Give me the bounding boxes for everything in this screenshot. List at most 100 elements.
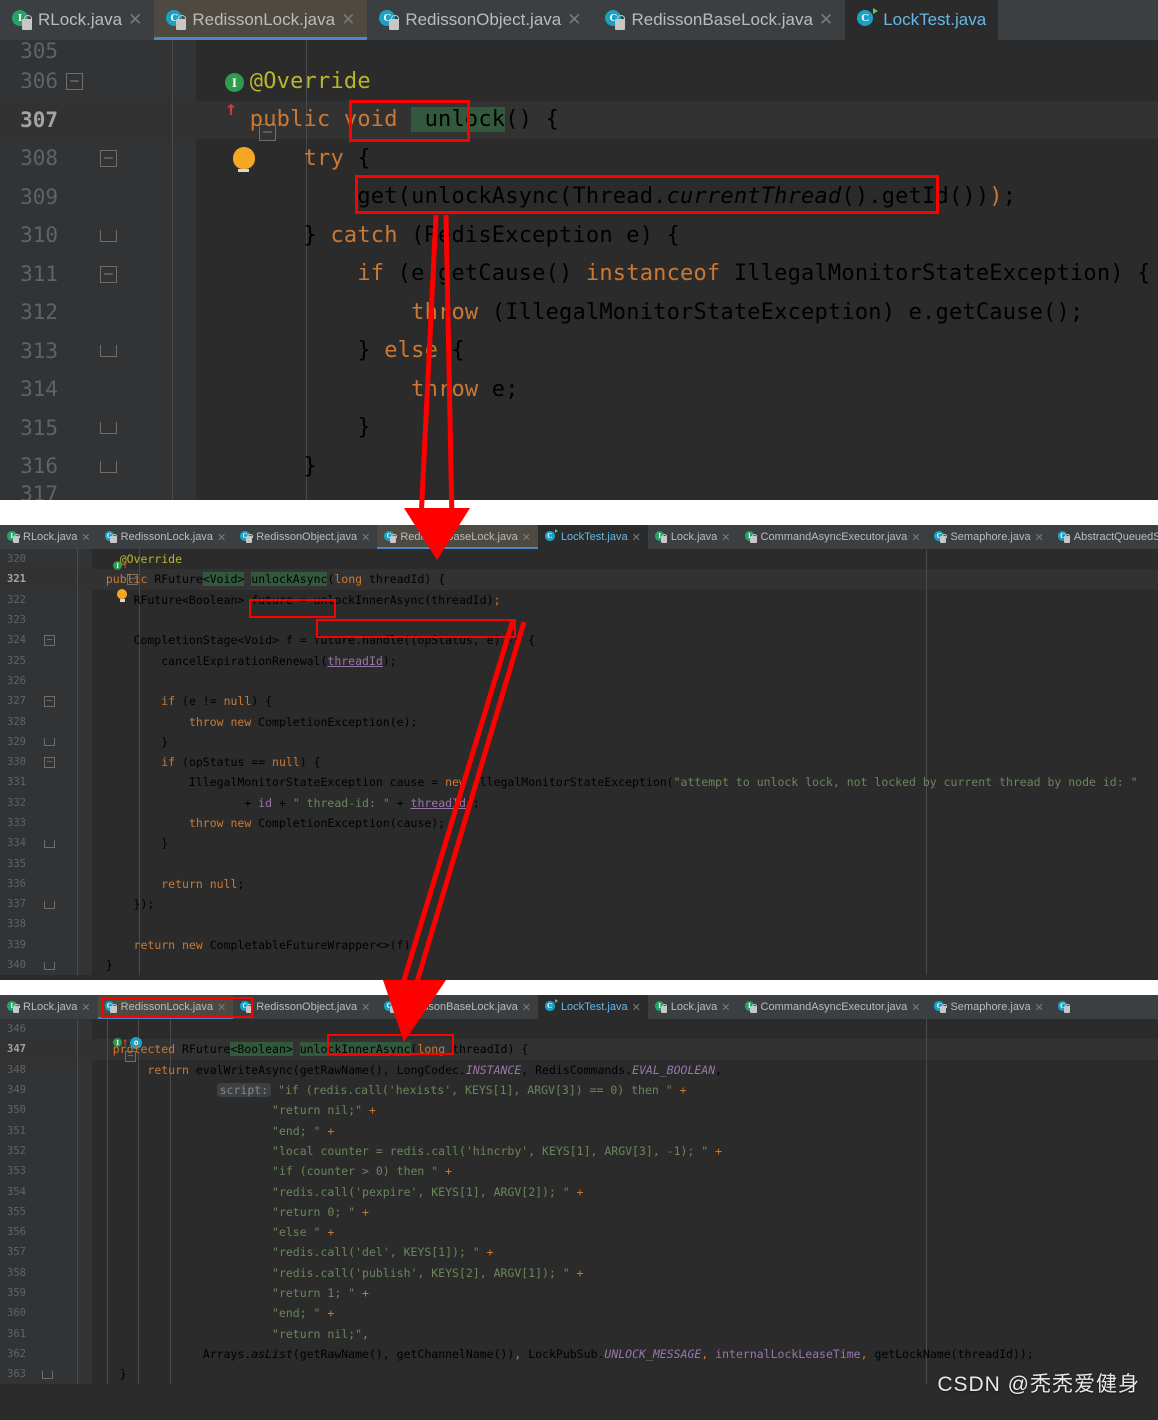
code-line[interactable]: 327 – if (e != null) { — [0, 691, 1158, 711]
tab-redissonlock-java[interactable]: C RedissonLock.java ✕ — [97, 995, 234, 1019]
gutter-marks[interactable]: – — [30, 694, 92, 708]
code-lines-top[interactable]: 305 306 – @Override 307 I ↑ – public voi… — [0, 39, 1158, 501]
tab-abstractqueued-java[interactable]: C — [1050, 995, 1077, 1019]
fold-end-icon[interactable] — [44, 900, 55, 909]
code-line[interactable]: 324 – CompletionStage<Void> f = future.h… — [0, 630, 1158, 650]
close-icon[interactable]: ✕ — [1035, 1001, 1044, 1014]
code-lines-bottom[interactable]: 346 347 I ↑ o – protected RFuture<Boolean>… — [0, 1019, 1158, 1384]
code-line[interactable]: 331 IllegalMonitorStateException cause =… — [0, 772, 1158, 792]
code-line[interactable]: 340 } — [0, 955, 1158, 975]
code-line[interactable]: 314 throw e; — [0, 370, 1158, 409]
fold-end-icon[interactable] — [44, 839, 55, 848]
code-lines-middle[interactable]: 320 @Override 321 I ↑ – public RFuture<Vo… — [0, 549, 1158, 975]
gutter-marks[interactable]: – — [66, 146, 196, 171]
code-line[interactable]: 362 Arrays.asList(getRawName(), getChann… — [0, 1344, 1158, 1364]
fold-icon[interactable]: – — [100, 265, 117, 283]
editor-tab-bar-middle[interactable]: I RLock.java ✕ C RedissonLock.java ✕ C R… — [0, 525, 1158, 549]
code-line[interactable]: 329 } — [0, 732, 1158, 752]
tab-redissonlock-java[interactable]: C RedissonLock.java ✕ — [97, 525, 234, 549]
code-line[interactable]: 356 "else " + — [0, 1222, 1158, 1242]
close-icon[interactable]: ✕ — [911, 531, 920, 544]
tab-lock-java[interactable]: I Lock.java ✕ — [647, 995, 738, 1019]
tab-commandasyncexecutor-java[interactable]: I CommandAsyncExecutor.java ✕ — [737, 995, 928, 1019]
code-line[interactable]: 361 "return nil;", — [0, 1323, 1158, 1343]
close-icon[interactable]: ✕ — [819, 10, 833, 30]
close-icon[interactable]: ✕ — [81, 531, 90, 544]
tab-rlock-java[interactable]: I RLock.java ✕ — [0, 995, 98, 1019]
code-editor-bottom[interactable]: 346 347 I ↑ o – protected RFuture<Boolean>… — [0, 1019, 1158, 1385]
gutter-marks[interactable]: – — [30, 633, 92, 647]
tab-redissonlock-java[interactable]: C RedissonLock.java ✕ — [154, 0, 368, 40]
code-line[interactable]: 352 "local counter = redis.call('hincrby… — [0, 1141, 1158, 1161]
code-line[interactable]: 310 } catch (RedisException e) { — [0, 216, 1158, 255]
gutter-marks[interactable] — [66, 338, 196, 363]
code-line[interactable]: 330 – if (opStatus == null) { — [0, 752, 1158, 772]
gutter-marks[interactable]: – — [66, 261, 196, 286]
code-line[interactable]: 339 return new CompletableFutureWrapper<… — [0, 935, 1158, 955]
close-icon[interactable]: ✕ — [217, 531, 226, 544]
gutter-marks[interactable] — [30, 897, 92, 911]
fold-icon[interactable]: – — [44, 757, 55, 769]
code-line[interactable]: 337 }); — [0, 894, 1158, 914]
tab-locktest-java[interactable]: C LockTest.java — [845, 0, 999, 40]
code-line[interactable]: 332 + id + " thread-id: " + threadId); — [0, 793, 1158, 813]
code-line[interactable]: 320 @Override — [0, 549, 1158, 569]
tab-abstractqueuedsynchronizer-java[interactable]: C AbstractQueuedSynchro — [1050, 525, 1158, 549]
code-line[interactable]: 358 "redis.call('publish', KEYS[2], ARGV… — [0, 1263, 1158, 1283]
code-line-current[interactable]: 321 I ↑ – public RFuture<Void> unlockAsyn… — [0, 560, 1158, 602]
code-line[interactable]: 317 — [0, 482, 1158, 501]
gutter-marks[interactable] — [66, 454, 196, 479]
code-line[interactable]: 346 — [0, 1019, 1158, 1039]
editor-tab-bar-bottom[interactable]: I RLock.java ✕ C RedissonLock.java ✕ C R… — [0, 995, 1158, 1019]
tab-redissonbaselock-java[interactable]: C RedissonBaseLock.java ✕ — [377, 525, 538, 549]
code-editor-middle[interactable]: 320 @Override 321 I ↑ – public RFuture<Vo… — [0, 549, 1158, 976]
tab-rlock-java[interactable]: I RLock.java ✕ — [0, 0, 155, 40]
code-line[interactable]: 348 return evalWriteAsync(getRawName(), … — [0, 1060, 1158, 1080]
tab-locktest-java[interactable]: C LockTest.java ✕ — [537, 995, 648, 1019]
code-line[interactable]: 328 throw new CompletionException(e); — [0, 711, 1158, 731]
editor-tab-bar-top[interactable]: I RLock.java ✕ C RedissonLock.java ✕ C R… — [0, 0, 1158, 40]
close-icon[interactable]: ✕ — [911, 1001, 920, 1014]
code-line[interactable]: 326 — [0, 671, 1158, 691]
close-icon[interactable]: ✕ — [217, 1001, 226, 1014]
fold-end-icon[interactable] — [100, 345, 117, 358]
close-icon[interactable]: ✕ — [522, 1001, 531, 1014]
gutter-marks[interactable] — [30, 958, 92, 972]
code-line[interactable]: 351 "end; " + — [0, 1120, 1158, 1140]
code-line[interactable]: 357 "redis.call('del', KEYS[1]); " + — [0, 1242, 1158, 1262]
code-line[interactable]: 360 "end; " + — [0, 1303, 1158, 1323]
code-line[interactable]: 350 "return nil;" + — [0, 1100, 1158, 1120]
fold-end-icon[interactable] — [100, 460, 117, 473]
override-marker-icon[interactable]: I — [113, 561, 123, 571]
code-editor-top[interactable]: 305 306 – @Override 307 I ↑ – public voi… — [0, 39, 1158, 501]
fold-end-icon[interactable] — [42, 1370, 53, 1379]
close-icon[interactable]: ✕ — [721, 531, 730, 544]
gutter-marks[interactable]: I ↑ o – — [30, 1021, 143, 1077]
code-line-current[interactable]: 347 I ↑ o – protected RFuture<Boolean> unl… — [0, 1036, 1158, 1063]
gutter-marks[interactable]: – — [30, 755, 92, 769]
fold-end-icon[interactable] — [44, 961, 55, 970]
tab-redissonbaselock-java[interactable]: C RedissonBaseLock.java ✕ — [593, 0, 846, 40]
fold-end-icon[interactable] — [100, 422, 117, 435]
gutter-marks[interactable] — [66, 415, 196, 440]
code-line[interactable]: 334 } — [0, 833, 1158, 853]
code-line-current[interactable]: 307 I ↑ – public void unlock() { — [0, 73, 1158, 172]
tab-commandasyncexecutor-java[interactable]: I CommandAsyncExecutor.java ✕ — [737, 525, 928, 549]
code-line[interactable]: 316 } — [0, 447, 1158, 486]
tab-locktest-java[interactable]: C LockTest.java ✕ — [537, 525, 648, 549]
close-icon[interactable]: ✕ — [361, 1001, 370, 1014]
close-icon[interactable]: ✕ — [81, 1001, 90, 1014]
code-line[interactable]: 333 throw new CompletionException(cause)… — [0, 813, 1158, 833]
code-line[interactable]: 335 — [0, 853, 1158, 873]
fold-end-icon[interactable] — [100, 229, 117, 242]
fold-icon[interactable]: – — [44, 696, 55, 708]
code-line[interactable]: 323 — [0, 610, 1158, 630]
close-icon[interactable]: ✕ — [522, 531, 531, 544]
tab-redissonbaselock-java[interactable]: C RedissonBaseLock.java ✕ — [377, 995, 538, 1019]
close-icon[interactable]: ✕ — [361, 531, 370, 544]
gutter-marks[interactable] — [30, 735, 92, 749]
close-icon[interactable]: ✕ — [341, 10, 355, 30]
close-icon[interactable]: ✕ — [632, 531, 641, 544]
code-line[interactable]: 325 cancelExpirationRenewal(threadId); — [0, 650, 1158, 670]
gutter-marks[interactable] — [30, 1367, 92, 1381]
